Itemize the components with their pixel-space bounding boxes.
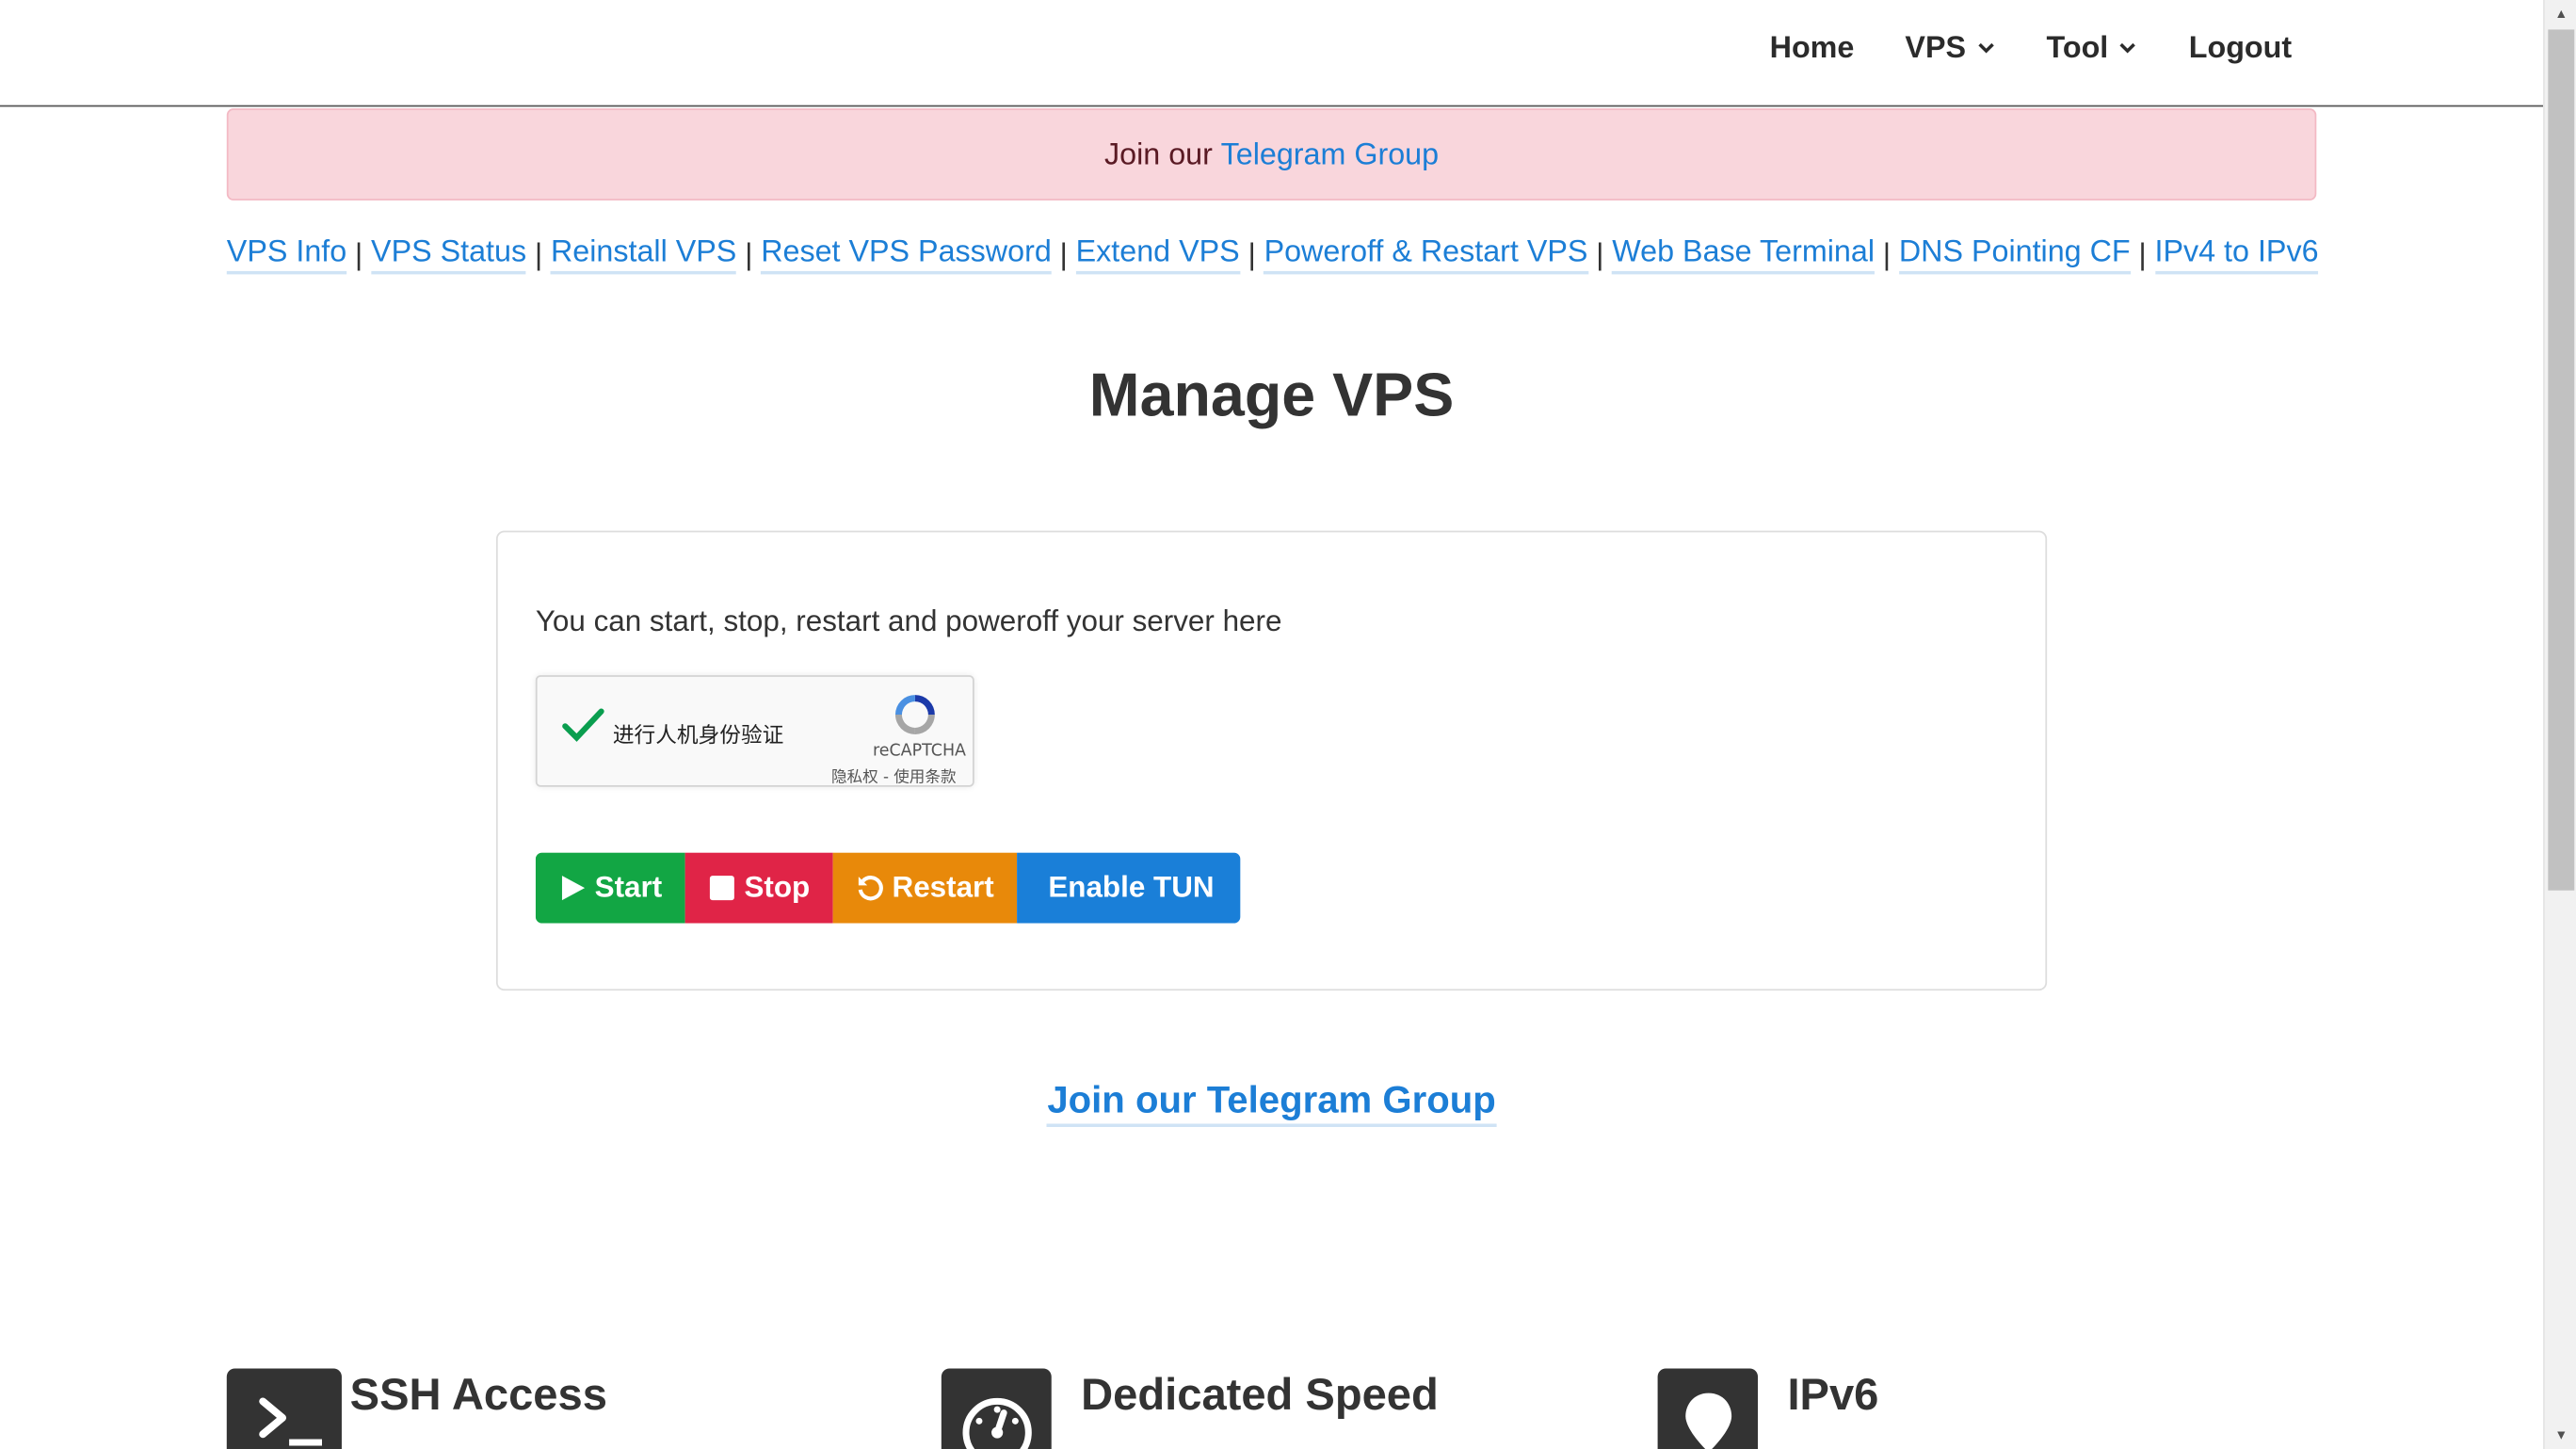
nav-vps-dropdown[interactable]: VPS	[1905, 29, 1995, 65]
recaptcha-terms-link[interactable]: 隐私权 - 使用条款	[831, 764, 957, 787]
feature-ipv6: IPv6	[1657, 1368, 1879, 1449]
start-button-label: Start	[594, 870, 663, 904]
link-reset-vps-password[interactable]: Reset VPS Password	[761, 233, 1052, 275]
restart-button-label: Restart	[892, 870, 994, 904]
top-navbar: Home VPS Tool Logout	[0, 0, 2544, 107]
stop-icon	[709, 876, 734, 901]
stop-button[interactable]: Stop	[684, 852, 833, 924]
link-separator: |	[1882, 235, 1892, 271]
nav-logout[interactable]: Logout	[2189, 29, 2292, 65]
nav-home-label: Home	[1769, 29, 1855, 65]
link-vps-info[interactable]: VPS Info	[226, 233, 347, 275]
feature-ssh-access: SSH Access	[226, 1368, 607, 1449]
link-separator: |	[2138, 235, 2147, 271]
feature-dedicated-speed: Dedicated Speed	[941, 1368, 1439, 1449]
nav-tool-label: Tool	[2046, 29, 2109, 65]
nav-tool-dropdown[interactable]: Tool	[2047, 29, 2138, 65]
alert-text: Join our	[1104, 136, 1213, 171]
terminal-icon	[226, 1368, 342, 1449]
stop-button-label: Stop	[744, 870, 811, 904]
card-description: You can start, stop, restart and powerof…	[535, 604, 1282, 638]
chevron-down-icon	[1977, 42, 1994, 54]
start-button[interactable]: Start	[535, 852, 685, 924]
nav-home[interactable]: Home	[1770, 29, 1855, 65]
chevron-down-icon	[2120, 42, 2136, 54]
vertical-scrollbar[interactable]: ▲ ▼	[2543, 0, 2576, 1449]
recaptcha-brand: reCAPTCHA	[872, 742, 967, 761]
link-separator: |	[354, 235, 363, 271]
recaptcha-label: 进行人机身份验证	[612, 724, 784, 749]
play-icon	[561, 876, 586, 901]
link-reinstall-vps[interactable]: Reinstall VPS	[550, 233, 737, 275]
link-vps-status[interactable]: VPS Status	[371, 233, 527, 275]
enable-tun-button[interactable]: Enable TUN	[1017, 852, 1241, 924]
page-title: Manage VPS	[1088, 361, 1455, 429]
link-ipv4-to-ipv6[interactable]: IPv4 to IPv6	[2154, 233, 2319, 275]
link-separator: |	[745, 235, 753, 271]
vps-tools-links: VPS Info | VPS Status | Reinstall VPS | …	[226, 233, 2319, 275]
scrollbar-thumb[interactable]	[2548, 29, 2575, 891]
recaptcha-widget[interactable]: 进行人机身份验证 reCAPTCHA 隐私权 - 使用条款	[535, 675, 974, 787]
link-separator: |	[1596, 235, 1604, 271]
restart-icon	[858, 876, 883, 901]
link-poweroff-restart-vps[interactable]: Poweroff & Restart VPS	[1264, 233, 1588, 275]
feature-title: SSH Access	[349, 1370, 607, 1420]
link-dns-pointing-cf[interactable]: DNS Pointing CF	[1898, 233, 2131, 275]
manage-vps-card: You can start, stop, restart and powerof…	[495, 530, 2048, 991]
vps-action-buttons: Start Stop Restart Enable TUN	[535, 852, 1241, 924]
scroll-down-arrow-icon[interactable]: ▼	[2545, 1421, 2576, 1449]
link-separator: |	[1248, 235, 1256, 271]
recaptcha-logo-icon	[894, 695, 935, 734]
nav-menu: Home VPS Tool Logout	[1770, 29, 2292, 65]
nav-vps-label: VPS	[1905, 29, 1967, 65]
alert-telegram-link[interactable]: Telegram Group	[1221, 137, 1439, 172]
map-pin-icon	[1657, 1368, 1759, 1449]
feature-title: Dedicated Speed	[1081, 1370, 1439, 1420]
scroll-up-arrow-icon[interactable]: ▲	[2545, 0, 2576, 28]
checkmark-icon[interactable]	[560, 706, 606, 746]
telegram-alert: Join our Telegram Group	[226, 108, 2317, 201]
telegram-group-link[interactable]: Join our Telegram Group	[1047, 1077, 1496, 1128]
restart-button[interactable]: Restart	[832, 852, 1018, 924]
link-separator: |	[1059, 235, 1068, 271]
telegram-link-section: Join our Telegram Group	[0, 1077, 2543, 1128]
enable-tun-button-label: Enable TUN	[1048, 870, 1215, 904]
link-extend-vps[interactable]: Extend VPS	[1075, 233, 1240, 275]
speedometer-icon	[941, 1368, 1052, 1449]
link-web-base-terminal[interactable]: Web Base Terminal	[1612, 233, 1876, 275]
nav-logout-label: Logout	[2188, 29, 2293, 65]
link-separator: |	[534, 235, 543, 271]
feature-title: IPv6	[1787, 1370, 1879, 1420]
